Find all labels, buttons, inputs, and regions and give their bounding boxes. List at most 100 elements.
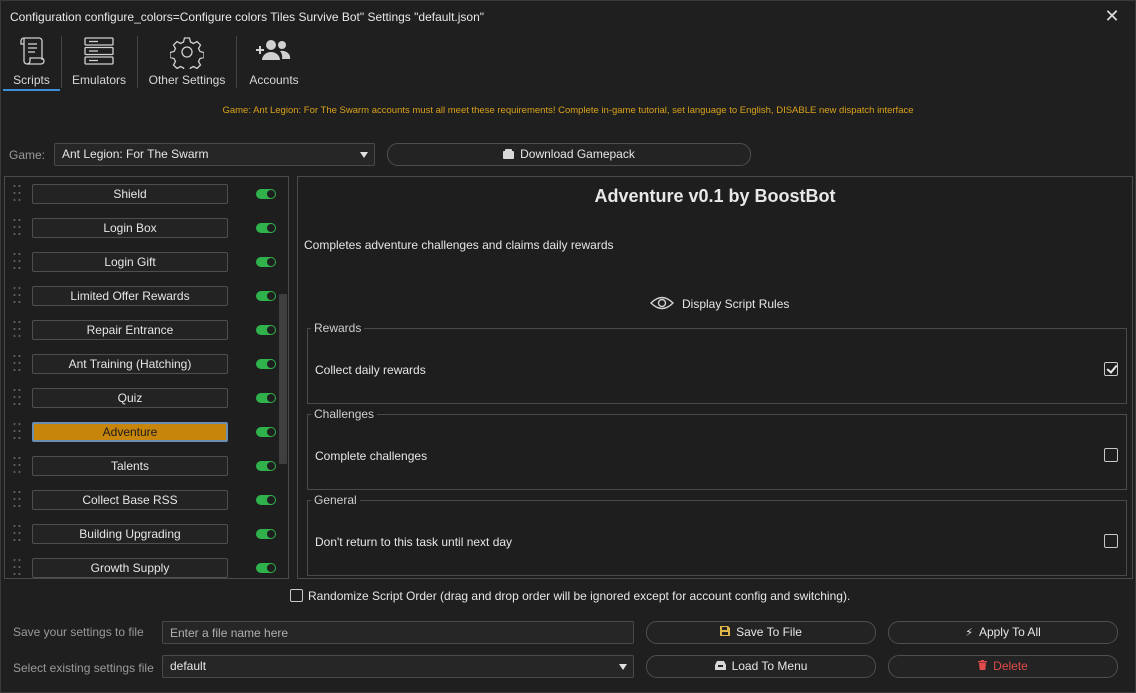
collect-daily-rewards-label: Collect daily rewards xyxy=(315,363,426,377)
toolbar-divider xyxy=(61,36,62,88)
script-row: Limited Offer Rewards xyxy=(5,279,277,313)
dont-return-label: Don't return to this task until next day xyxy=(315,535,513,549)
game-select[interactable]: Ant Legion: For The Swarm xyxy=(54,143,375,166)
script-enabled-toggle[interactable] xyxy=(256,529,276,539)
tab-emulators[interactable]: Emulators xyxy=(67,33,131,91)
general-group-title: General xyxy=(311,493,360,507)
script-row: Repair Entrance xyxy=(5,313,277,347)
title-bar: Configuration configure_colors=Configure… xyxy=(1,1,1135,33)
script-row: Login Gift xyxy=(5,245,277,279)
tab-scripts-label: Scripts xyxy=(13,73,50,87)
script-enabled-toggle[interactable] xyxy=(256,393,276,403)
inbox-tray-icon xyxy=(714,657,726,678)
script-button[interactable]: Adventure xyxy=(32,422,228,442)
load-to-menu-button[interactable]: Load To Menu xyxy=(646,655,876,678)
apply-to-all-label: Apply To All xyxy=(978,625,1041,639)
settings-filename-input[interactable] xyxy=(162,621,634,644)
drag-handle-icon[interactable] xyxy=(13,252,21,270)
script-row: Shield xyxy=(5,177,277,211)
tab-accounts-label: Accounts xyxy=(249,73,299,87)
tab-other-settings-label: Other Settings xyxy=(148,73,226,87)
script-row: Ant Training (Hatching) xyxy=(5,347,277,381)
drag-handle-icon[interactable] xyxy=(13,388,21,406)
script-enabled-toggle[interactable] xyxy=(256,257,276,267)
rewards-group: Rewards Collect daily rewards xyxy=(307,321,1127,404)
script-button[interactable]: Limited Offer Rewards xyxy=(32,286,228,306)
apply-to-all-button[interactable]: ⚡ Apply To All xyxy=(888,621,1118,644)
script-enabled-toggle[interactable] xyxy=(256,223,276,233)
script-enabled-toggle[interactable] xyxy=(256,461,276,471)
script-button[interactable]: Ant Training (Hatching) xyxy=(32,354,228,374)
drag-handle-icon[interactable] xyxy=(13,558,21,576)
script-button[interactable]: Login Gift xyxy=(32,252,228,272)
collect-daily-rewards-checkbox[interactable] xyxy=(1104,362,1118,376)
script-enabled-toggle[interactable] xyxy=(256,291,276,301)
script-list-scrollbar-thumb[interactable] xyxy=(279,294,287,464)
settings-window: Configuration configure_colors=Configure… xyxy=(0,0,1136,693)
drag-handle-icon[interactable] xyxy=(13,286,21,304)
drag-handle-icon[interactable] xyxy=(13,490,21,508)
tab-other-settings[interactable]: Other Settings xyxy=(142,33,232,91)
save-settings-label: Save your settings to file xyxy=(13,625,144,639)
package-icon xyxy=(503,145,515,166)
drag-handle-icon[interactable] xyxy=(13,524,21,542)
save-to-file-button[interactable]: Save To File xyxy=(646,621,876,644)
settings-file-select[interactable]: default xyxy=(162,655,634,678)
script-button[interactable]: Login Box xyxy=(32,218,228,238)
script-button[interactable]: Collect Base RSS xyxy=(32,490,228,510)
script-row: Building Upgrading xyxy=(5,517,277,551)
toolbar: Scripts Emulators Other Settings Account… xyxy=(1,33,1135,91)
script-button[interactable]: Repair Entrance xyxy=(32,320,228,340)
download-gamepack-button[interactable]: Download Gamepack xyxy=(387,143,751,166)
delete-button[interactable]: Delete xyxy=(888,655,1118,678)
drag-handle-icon[interactable] xyxy=(13,422,21,440)
script-row: Growth Supply xyxy=(5,551,277,578)
script-enabled-toggle[interactable] xyxy=(256,495,276,505)
dont-return-checkbox[interactable] xyxy=(1104,534,1118,548)
script-button[interactable]: Quiz xyxy=(32,388,228,408)
challenges-group-title: Challenges xyxy=(311,407,378,421)
rewards-group-title: Rewards xyxy=(311,321,365,335)
gear-icon xyxy=(169,35,205,73)
game-label: Game: xyxy=(9,148,46,162)
drag-handle-icon[interactable] xyxy=(13,218,21,236)
select-settings-label: Select existing settings file xyxy=(13,661,154,675)
general-group: General Don't return to this task until … xyxy=(307,493,1127,576)
drag-handle-icon[interactable] xyxy=(13,320,21,338)
game-select-value: Ant Legion: For The Swarm xyxy=(62,147,209,161)
script-row: Login Box xyxy=(5,211,277,245)
randomize-script-order-checkbox[interactable] xyxy=(290,589,303,602)
script-button[interactable]: Talents xyxy=(32,456,228,476)
drag-handle-icon[interactable] xyxy=(13,184,21,202)
script-enabled-toggle[interactable] xyxy=(256,325,276,335)
save-to-file-label: Save To File xyxy=(736,625,802,639)
script-button[interactable]: Growth Supply xyxy=(32,558,228,578)
script-enabled-toggle[interactable] xyxy=(256,427,276,437)
script-enabled-toggle[interactable] xyxy=(256,563,276,573)
lightning-icon: ⚡ xyxy=(965,627,973,639)
complete-challenges-checkbox[interactable] xyxy=(1104,448,1118,462)
script-button[interactable]: Shield xyxy=(32,184,228,204)
complete-challenges-label: Complete challenges xyxy=(315,449,428,463)
tab-scripts[interactable]: Scripts xyxy=(3,33,60,91)
script-button[interactable]: Building Upgrading xyxy=(32,524,228,544)
load-to-menu-label: Load To Menu xyxy=(731,659,808,673)
script-enabled-toggle[interactable] xyxy=(256,359,276,369)
tab-emulators-label: Emulators xyxy=(71,73,127,87)
toolbar-divider xyxy=(236,36,237,88)
script-description: Completes adventure challenges and claim… xyxy=(304,238,614,252)
script-row: Collect Base RSS xyxy=(5,483,277,517)
chevron-down-icon xyxy=(360,152,368,158)
delete-label: Delete xyxy=(993,659,1028,673)
server-icon xyxy=(83,35,115,70)
script-detail-panel: Adventure v0.1 by BoostBot Completes adv… xyxy=(297,176,1133,579)
script-row: Adventure xyxy=(5,415,277,449)
download-gamepack-label: Download Gamepack xyxy=(520,147,635,161)
script-enabled-toggle[interactable] xyxy=(256,189,276,199)
window-title: Configuration configure_colors=Configure… xyxy=(10,10,485,24)
drag-handle-icon[interactable] xyxy=(13,456,21,474)
drag-handle-icon[interactable] xyxy=(13,354,21,372)
close-icon[interactable]: ✕ xyxy=(1103,7,1121,25)
tab-accounts[interactable]: Accounts xyxy=(241,33,307,91)
display-script-rules-label: Display Script Rules xyxy=(682,297,790,311)
